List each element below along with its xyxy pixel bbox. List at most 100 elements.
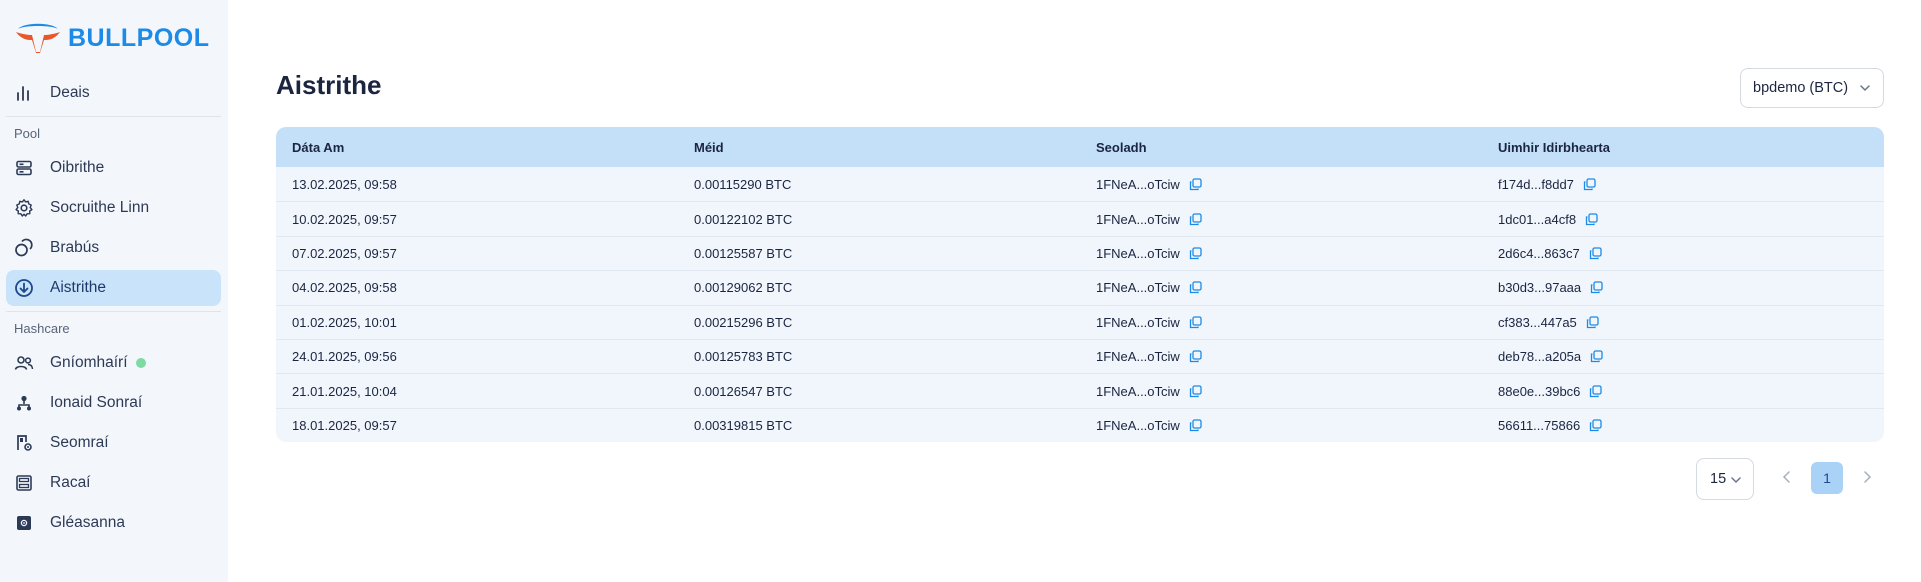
copy-icon[interactable] bbox=[1589, 419, 1602, 432]
room-settings-icon bbox=[14, 433, 34, 453]
row-address: 1FNeA...oTciw bbox=[1096, 245, 1180, 261]
next-page-button[interactable] bbox=[1860, 470, 1874, 489]
copy-icon[interactable] bbox=[1189, 316, 1202, 329]
row-address-cell: 1FNeA...oTciw bbox=[1096, 418, 1202, 433]
row-date: 10.02.2025, 09:57 bbox=[292, 211, 397, 227]
row-txid: deb78...a205a bbox=[1498, 349, 1582, 365]
sidebar-item-label: Socruithe Linn bbox=[50, 199, 150, 216]
row-amount: 0.00122102 BTC bbox=[694, 211, 793, 227]
copy-icon[interactable] bbox=[1590, 281, 1603, 294]
sidebar-item-pool-settings[interactable]: Socruithe Linn bbox=[6, 190, 221, 226]
row-txid-cell: 56611...75866 bbox=[1498, 418, 1602, 433]
sidebar-item-rooms[interactable]: Seomraí bbox=[6, 425, 221, 461]
online-status-dot bbox=[135, 358, 146, 368]
row-date: 18.01.2025, 09:57 bbox=[292, 417, 397, 433]
row-address-cell: 1FNeA...oTciw bbox=[1096, 384, 1202, 399]
column-header-txid: Uimhir Idirbhearta bbox=[1498, 139, 1610, 155]
sidebar-item-label: Brabús bbox=[50, 239, 100, 256]
sidebar-item-devices[interactable]: Gléasanna bbox=[6, 505, 221, 541]
section-label-hashcare: Hashcare bbox=[14, 321, 70, 336]
row-date: 13.02.2025, 09:58 bbox=[292, 176, 397, 192]
row-txid-cell: f174d...f8dd7 bbox=[1498, 177, 1596, 192]
row-date: 04.02.2025, 09:58 bbox=[292, 280, 397, 296]
row-date: 21.01.2025, 10:04 bbox=[292, 383, 397, 399]
copy-icon[interactable] bbox=[1585, 212, 1598, 226]
table-row: 18.01.2025, 09:57 0.00319815 BTC 1FNeA...o… bbox=[276, 407, 1884, 442]
copy-icon[interactable] bbox=[1189, 419, 1202, 432]
row-txid: 56611...75866 bbox=[1498, 417, 1581, 433]
copy-icon[interactable] bbox=[1189, 212, 1202, 226]
sidebar-item-label: Racaí bbox=[50, 474, 91, 491]
transfers-table: Dáta Am Méid Seoladh Uimhir Idirbhearta … bbox=[276, 127, 1884, 443]
copy-icon[interactable] bbox=[1590, 350, 1603, 363]
column-header-date: Dáta Am bbox=[292, 139, 345, 155]
sidebar-item-label: Ionaid Sonraí bbox=[50, 394, 143, 411]
account-selector-value: bpdemo (BTC) bbox=[1753, 80, 1849, 96]
table-row: 13.02.2025, 09:58 0.00115290 BTC 1FNeA...o… bbox=[276, 167, 1884, 201]
row-date: 24.01.2025, 09:56 bbox=[292, 349, 397, 365]
copy-icon[interactable] bbox=[1189, 178, 1202, 191]
table-row: 01.02.2025, 10:01 0.00215296 BTC 1FNeA...o… bbox=[276, 304, 1884, 339]
users-icon bbox=[14, 353, 34, 373]
chevron-right-icon bbox=[1864, 471, 1872, 483]
previous-page-button[interactable] bbox=[1780, 470, 1794, 489]
bar-chart-icon bbox=[14, 83, 34, 103]
table-row: 21.01.2025, 10:04 0.00126547 BTC 1FNeA...o… bbox=[276, 373, 1884, 407]
copy-icon[interactable] bbox=[1189, 350, 1202, 363]
row-amount: 0.00126547 BTC bbox=[694, 383, 793, 399]
copy-icon[interactable] bbox=[1189, 281, 1202, 294]
arrow-down-circle-icon bbox=[14, 278, 34, 298]
row-address-cell: 1FNeA...oTciw bbox=[1096, 315, 1202, 330]
page-size-select[interactable]: 15 bbox=[1696, 458, 1754, 500]
sidebar-item-data-centers[interactable]: Ionaid Sonraí bbox=[6, 385, 221, 421]
row-txid-cell: 88e0e...39bc6 bbox=[1498, 384, 1603, 399]
page-1-button[interactable]: 1 bbox=[1811, 462, 1843, 494]
row-date: 07.02.2025, 09:57 bbox=[292, 245, 397, 261]
sidebar-item-label: Aistrithe bbox=[50, 279, 106, 296]
copy-icon[interactable] bbox=[1583, 178, 1596, 191]
column-header-amount: Méid bbox=[694, 139, 724, 155]
sidebar-item-agents[interactable]: Gníomhaírí bbox=[6, 345, 221, 381]
gear-icon bbox=[14, 198, 34, 218]
sidebar-item-workers[interactable]: Oibrithe bbox=[6, 150, 221, 186]
sidebar-item-label: Gníomhaírí bbox=[50, 354, 128, 371]
network-icon bbox=[14, 393, 34, 413]
divider bbox=[6, 311, 221, 312]
row-amount: 0.00125783 BTC bbox=[694, 349, 793, 365]
row-address-cell: 1FNeA...oTciw bbox=[1096, 212, 1202, 227]
table-row: 04.02.2025, 09:58 0.00129062 BTC 1FNeA...o… bbox=[276, 270, 1884, 304]
sidebar-item-label: Seomraí bbox=[50, 434, 109, 451]
sidebar-item-label: Gléasanna bbox=[50, 514, 125, 531]
row-amount: 0.00319815 BTC bbox=[694, 417, 793, 433]
row-txid: f174d...f8dd7 bbox=[1498, 176, 1574, 192]
bull-logo-icon bbox=[16, 23, 60, 53]
chip-icon bbox=[14, 513, 34, 533]
sidebar-item-racks[interactable]: Racaí bbox=[6, 465, 221, 501]
account-selector[interactable]: bpdemo (BTC) bbox=[1740, 68, 1884, 108]
rack-icon bbox=[14, 473, 34, 493]
row-txid-cell: 2d6c4...863c7 bbox=[1498, 246, 1602, 261]
sidebar: BULLPOOL Deais Pool Oibrithe Socruithe L… bbox=[0, 0, 228, 582]
row-txid: b30d3...97aaa bbox=[1498, 280, 1582, 296]
row-date: 01.02.2025, 10:01 bbox=[292, 314, 397, 330]
row-txid: 1dc01...a4cf8 bbox=[1498, 211, 1577, 227]
server-icon bbox=[14, 158, 34, 178]
sidebar-item-label: Deais bbox=[50, 84, 90, 101]
row-address: 1FNeA...oTciw bbox=[1096, 176, 1180, 192]
row-txid-cell: cf383...447a5 bbox=[1498, 315, 1599, 330]
brand-logo[interactable]: BULLPOOL bbox=[14, 20, 210, 56]
row-address: 1FNeA...oTciw bbox=[1096, 383, 1180, 399]
copy-icon[interactable] bbox=[1589, 247, 1602, 260]
row-address-cell: 1FNeA...oTciw bbox=[1096, 246, 1202, 261]
sidebar-item-transfers[interactable]: Aistrithe bbox=[6, 270, 221, 306]
copy-icon[interactable] bbox=[1189, 247, 1202, 260]
copy-icon[interactable] bbox=[1589, 384, 1603, 398]
copy-icon[interactable] bbox=[1586, 316, 1599, 329]
table-row: 10.02.2025, 09:57 0.00122102 BTC 1FNeA...o… bbox=[276, 201, 1884, 235]
row-address: 1FNeA...oTciw bbox=[1096, 349, 1180, 365]
coins-icon bbox=[14, 238, 34, 258]
sidebar-item-dashboard[interactable]: Deais bbox=[6, 75, 221, 111]
copy-icon[interactable] bbox=[1189, 384, 1202, 398]
row-txid-cell: b30d3...97aaa bbox=[1498, 280, 1603, 295]
sidebar-item-earnings[interactable]: Brabús bbox=[6, 230, 221, 266]
